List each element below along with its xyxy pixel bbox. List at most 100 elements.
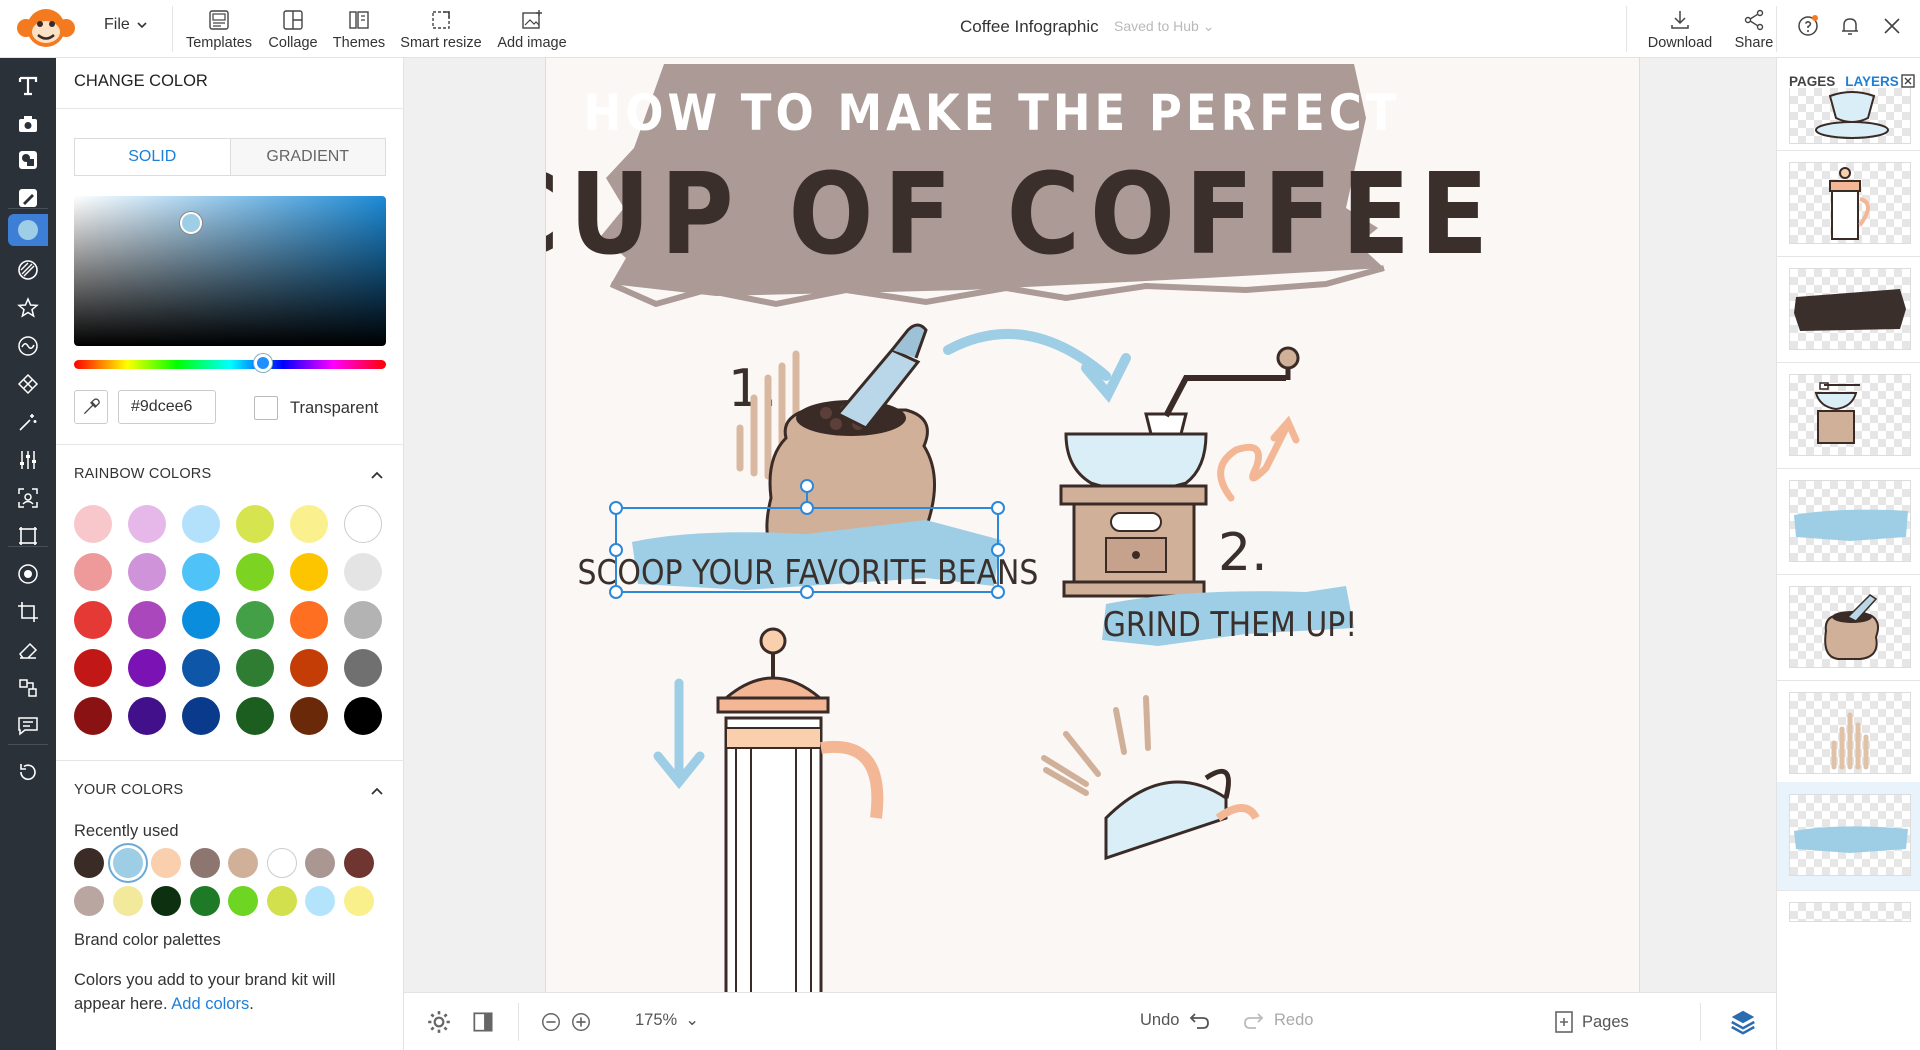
zoom-in-icon[interactable] [570, 1011, 592, 1033]
coffee-cup-illustration[interactable] [1104, 768, 1260, 861]
templates-button[interactable]: Templates [184, 0, 254, 58]
animate-tool[interactable] [10, 330, 46, 362]
rainbow-swatch[interactable] [236, 553, 274, 591]
rainbow-swatch[interactable] [290, 505, 328, 543]
rainbow-swatch[interactable] [236, 649, 274, 687]
rainbow-swatch[interactable] [290, 649, 328, 687]
collage-button[interactable]: Collage [268, 0, 318, 58]
photo-tool[interactable] [10, 108, 46, 140]
recent-swatch[interactable] [151, 886, 181, 916]
tab-solid[interactable]: SOLID [75, 139, 231, 175]
rainbow-swatch[interactable] [290, 697, 328, 735]
rainbow-swatch[interactable] [290, 553, 328, 591]
chevron-up-icon[interactable] [370, 784, 384, 798]
headline-line-1[interactable]: HOW TO MAKE THE PERFECT [584, 84, 1401, 142]
themes-button[interactable]: Themes [332, 0, 386, 58]
rainbow-swatch[interactable] [344, 697, 382, 735]
eyedropper-button[interactable] [74, 390, 108, 424]
rainbow-swatch[interactable] [74, 649, 112, 687]
file-menu-button[interactable]: File [104, 16, 148, 34]
collapse-panel-icon[interactable] [1901, 74, 1915, 88]
rainbow-swatch[interactable] [344, 649, 382, 687]
background-remover-tool[interactable] [10, 558, 46, 590]
layer-thumb-cup[interactable] [1789, 88, 1911, 144]
panel-toggle-icon[interactable] [470, 1009, 496, 1035]
rainbow-swatch[interactable] [182, 553, 220, 591]
texture-tool[interactable] [10, 254, 46, 286]
layers-icon[interactable] [1728, 1007, 1758, 1037]
frame-tool[interactable] [10, 520, 46, 552]
text-tool[interactable] [10, 70, 46, 102]
layer-thumb-french-press[interactable] [1789, 162, 1911, 244]
graphics-tool[interactable] [10, 144, 46, 176]
settings-gear-icon[interactable] [426, 1009, 452, 1035]
rainbow-swatch[interactable] [344, 553, 382, 591]
recent-swatch[interactable] [112, 848, 143, 878]
color-picker-handle[interactable] [180, 212, 202, 234]
recent-swatch[interactable] [189, 848, 220, 878]
transform-tool[interactable] [10, 672, 46, 704]
recent-swatch[interactable] [305, 886, 335, 916]
layer-thumb-coffee-bag[interactable] [1789, 586, 1911, 668]
hue-slider[interactable] [74, 354, 386, 372]
download-button[interactable]: Download [1644, 0, 1716, 58]
layer-thumb-dark-banner[interactable] [1789, 268, 1911, 350]
recent-swatch[interactable] [189, 886, 220, 916]
recent-swatch[interactable] [228, 886, 258, 916]
rainbow-swatch[interactable] [128, 697, 166, 735]
save-status[interactable]: Saved to Hub ⌄ [1114, 18, 1214, 35]
rainbow-swatch[interactable] [74, 505, 112, 543]
design-page[interactable]: HOW TO MAKE THE PERFECT CUP OF COFFEE 1.… [545, 58, 1640, 992]
layer-thumb-accent-lines[interactable] [1789, 692, 1911, 774]
smart-resize-button[interactable]: Smart resize [400, 0, 482, 58]
recent-swatch[interactable] [343, 886, 374, 916]
add-colors-link[interactable]: Add colors [171, 995, 249, 1013]
layer-thumb-blue-brush-1[interactable] [1789, 480, 1911, 562]
document-title[interactable]: Coffee Infographic [960, 17, 1099, 37]
rainbow-swatch[interactable] [74, 553, 112, 591]
recent-swatch[interactable] [228, 848, 258, 878]
add-image-button[interactable]: Add image [496, 0, 568, 58]
recent-swatch[interactable] [112, 886, 143, 916]
tab-pages[interactable]: PAGES [1789, 74, 1835, 89]
rainbow-swatch[interactable] [182, 697, 220, 735]
adjust-tool[interactable] [10, 444, 46, 476]
layer-thumb-grinder[interactable] [1789, 374, 1911, 456]
rainbow-swatch[interactable] [128, 649, 166, 687]
transparent-toggle[interactable]: Transparent [254, 396, 378, 420]
magic-tool[interactable] [10, 406, 46, 438]
share-button[interactable]: Share [1732, 0, 1776, 58]
help-icon[interactable] [1796, 14, 1820, 38]
layer-thumb-blue-brush-selected[interactable] [1789, 794, 1911, 876]
close-icon[interactable] [1880, 14, 1904, 38]
rainbow-swatch[interactable] [128, 505, 166, 543]
tab-gradient[interactable]: GRADIENT [230, 139, 385, 175]
undo-button[interactable]: Undo [1140, 1010, 1211, 1030]
rainbow-swatch[interactable] [128, 601, 166, 639]
layer-thumb-partial[interactable] [1789, 902, 1911, 922]
tab-layers[interactable]: LAYERS [1845, 74, 1899, 89]
zoom-level-dropdown[interactable]: 175% ⌄ [635, 1010, 699, 1030]
recent-swatch[interactable] [266, 886, 297, 916]
draw-tool[interactable] [10, 182, 46, 214]
recent-swatch[interactable] [151, 848, 181, 878]
crop-tool[interactable] [10, 596, 46, 628]
comments-tool[interactable] [10, 710, 46, 742]
recent-swatch[interactable] [74, 886, 104, 916]
rainbow-swatch[interactable] [128, 553, 166, 591]
headline-line-2[interactable]: CUP OF COFFEE [546, 150, 1498, 281]
redo-button[interactable]: Redo [1242, 1010, 1313, 1030]
rainbow-swatch[interactable] [74, 601, 112, 639]
effects-tool[interactable] [10, 292, 46, 324]
rainbow-swatch[interactable] [236, 697, 274, 735]
hex-input[interactable]: #9dcee6 [118, 390, 216, 424]
saturation-picker[interactable] [74, 196, 386, 346]
your-colors-header[interactable]: YOUR COLORS [74, 782, 183, 798]
recent-swatch[interactable] [343, 848, 374, 878]
face-tool[interactable] [10, 482, 46, 514]
transparent-checkbox[interactable] [254, 396, 278, 420]
picmonkey-logo[interactable] [14, 6, 78, 50]
hue-slider-handle[interactable] [254, 354, 272, 372]
rainbow-swatch[interactable] [290, 601, 328, 639]
history-tool[interactable] [10, 756, 46, 788]
